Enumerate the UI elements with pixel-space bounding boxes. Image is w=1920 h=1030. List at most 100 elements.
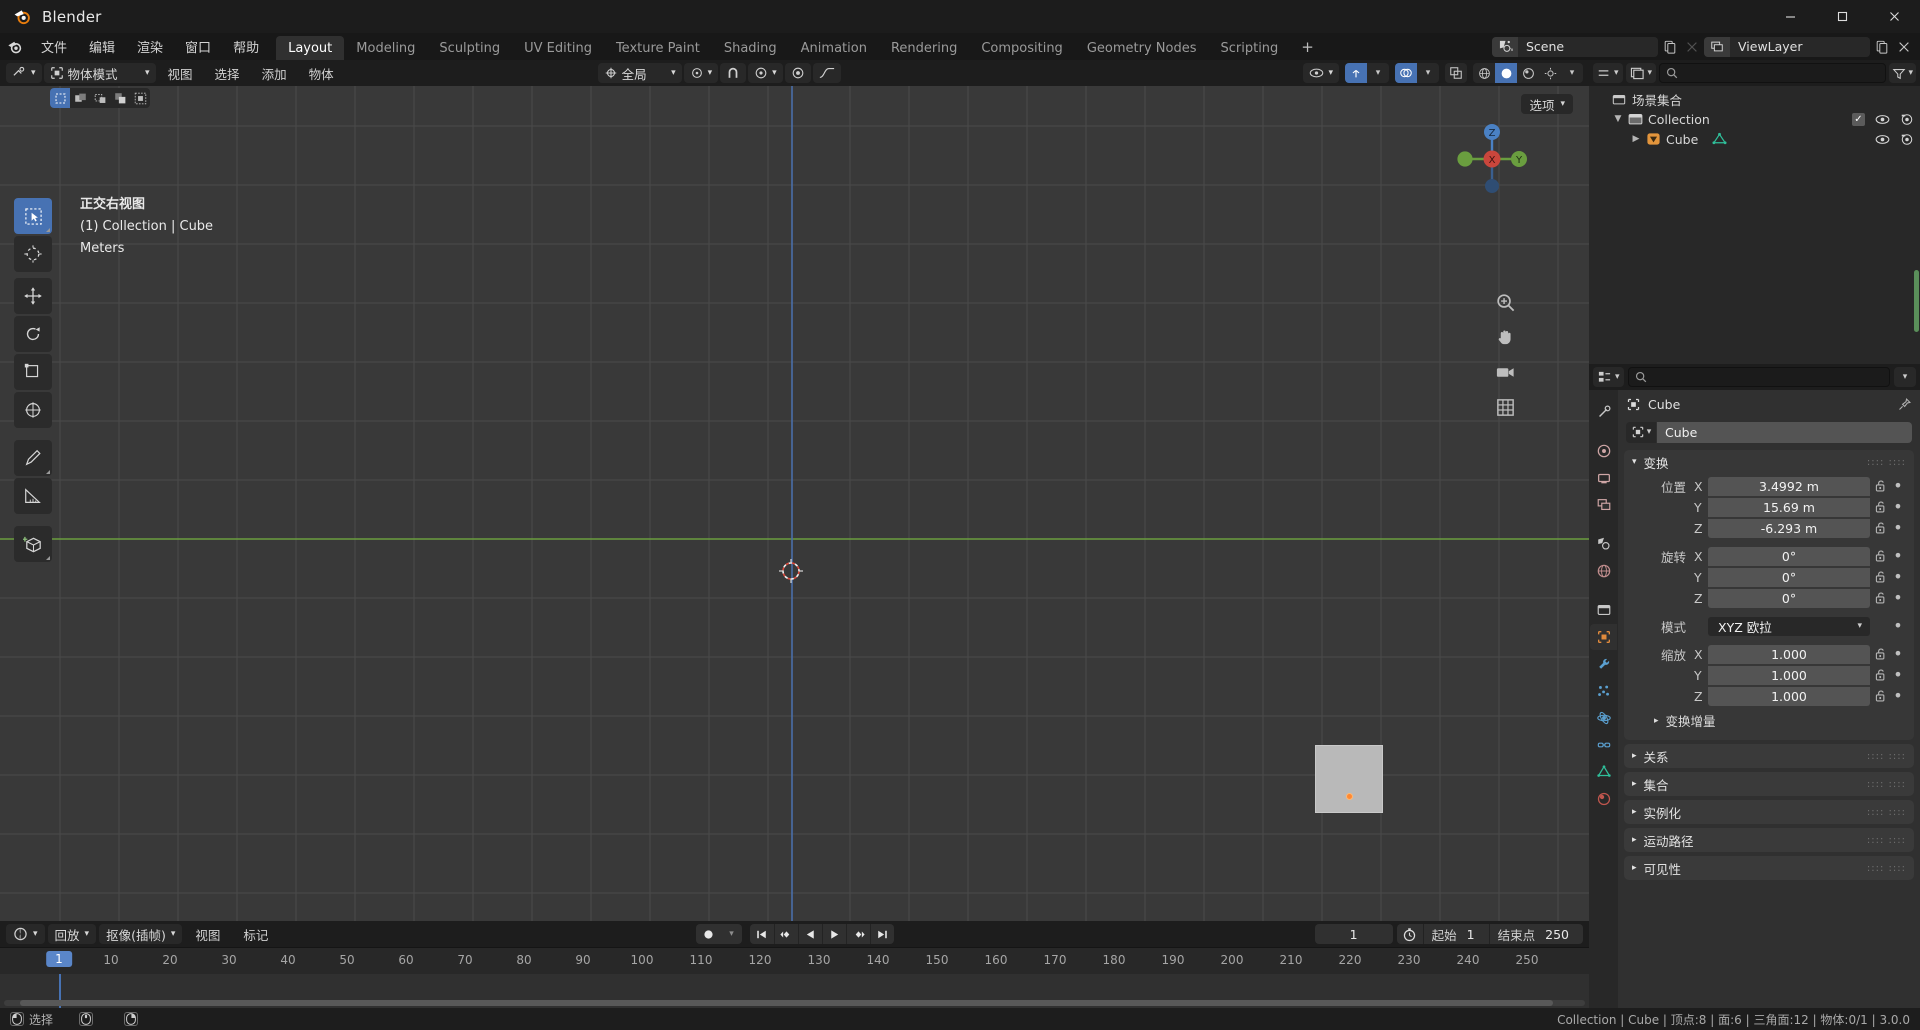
menu-help[interactable]: 帮助 (222, 33, 270, 60)
select-invert-icon[interactable] (110, 88, 130, 108)
snap-pivot-dropdown[interactable]: ▾ (683, 63, 719, 83)
rotation-y-field[interactable]: 0° (1708, 567, 1870, 587)
properties-tab-material[interactable] (1590, 786, 1617, 812)
auto-keying-dropdown-icon[interactable]: ▾ (722, 924, 742, 944)
rotation-mode-dropdown[interactable]: XYZ 欧拉 ▾ (1708, 616, 1870, 636)
outliner-scrollbar[interactable] (1914, 270, 1919, 332)
chevron-right-icon[interactable]: ▸ (1632, 807, 1637, 817)
unlocked-padlock-icon[interactable] (1870, 479, 1890, 493)
disclosure-closed-icon[interactable]: ▶ (1629, 134, 1643, 144)
tab-sculpting[interactable]: Sculpting (427, 36, 512, 60)
properties-tab-view-layer[interactable] (1590, 492, 1617, 518)
tab-shading[interactable]: Shading (712, 36, 789, 60)
object-datablock-icon[interactable]: ▾ (1626, 421, 1656, 443)
new-scene-icon[interactable] (1660, 37, 1680, 57)
scale-y-field[interactable]: 1.000 (1708, 665, 1870, 685)
view-layer-name-field[interactable]: ViewLayer (1730, 36, 1870, 57)
properties-options-button[interactable]: ▾ (1894, 367, 1916, 387)
zoom-icon[interactable] (1493, 290, 1517, 314)
viewport-menu-select[interactable]: 选择 (205, 63, 250, 83)
remove-view-layer-icon[interactable] (1894, 37, 1914, 57)
delta-transform-subpanel[interactable]: ▸ 变换增量 (1632, 709, 1906, 732)
drag-grip-icon[interactable]: :::: :::: (1867, 779, 1906, 789)
drag-grip-icon[interactable]: :::: :::: (1867, 751, 1906, 761)
scale-z-field[interactable]: 1.000 (1708, 686, 1870, 706)
scale-x-field[interactable]: 1.000 (1708, 644, 1870, 664)
viewport-menu-add[interactable]: 添加 (252, 63, 297, 83)
ortho-persp-toggle-icon[interactable] (1493, 395, 1517, 419)
properties-tab-tool[interactable] (1590, 399, 1617, 425)
unlink-scene-icon[interactable] (1682, 37, 1702, 57)
proportional-falloff-dropdown[interactable] (812, 63, 841, 83)
instancing-panel[interactable]: ▸ 实例化 :::: :::: (1624, 800, 1914, 824)
pin-icon[interactable] (1897, 397, 1912, 412)
navigation-gizmo[interactable]: Z Y X (1449, 116, 1535, 202)
tab-modeling[interactable]: Modeling (344, 36, 427, 60)
select-intersect-icon[interactable] (130, 88, 150, 108)
jump-to-end-icon[interactable] (869, 924, 894, 944)
unlocked-padlock-icon[interactable] (1870, 500, 1890, 514)
outliner-editor-type-button[interactable]: ▾ (1593, 63, 1623, 83)
properties-tab-output[interactable] (1590, 465, 1617, 491)
eye-visibility-icon[interactable] (1875, 114, 1890, 125)
location-y-field[interactable]: 15.69 m (1708, 497, 1870, 517)
select-extend-icon[interactable] (70, 88, 90, 108)
snap-target-dropdown[interactable]: ▾ (748, 63, 783, 83)
visibility-panel[interactable]: ▸ 可见性 :::: :::: (1624, 856, 1914, 880)
menu-window[interactable]: 窗口 (174, 33, 222, 60)
chevron-down-icon[interactable]: ▾ (1632, 457, 1637, 467)
editor-type-3dview-icon[interactable]: ▾ (6, 63, 42, 83)
rotation-x-field[interactable]: 0° (1708, 546, 1870, 566)
auto-keying-record-icon[interactable] (696, 924, 722, 944)
disclosure-open-icon[interactable]: ▼ (1611, 114, 1625, 124)
collections-panel-header[interactable]: ▸ 集合 :::: :::: (1624, 772, 1914, 796)
object-name-field[interactable]: Cube (1657, 421, 1912, 443)
properties-search-input[interactable] (1651, 370, 1883, 384)
camera-view-icon[interactable] (1493, 360, 1517, 384)
play-reverse-icon[interactable] (797, 924, 822, 944)
properties-tab-particles[interactable] (1590, 678, 1617, 704)
jump-to-next-keyframe-icon[interactable] (845, 924, 870, 944)
tool-measure[interactable] (14, 478, 52, 514)
drag-grip-icon[interactable]: :::: :::: (1867, 835, 1906, 845)
timeline-keying-menu[interactable]: 抠像(插帧) ▾ (99, 924, 183, 944)
menu-edit[interactable]: 编辑 (78, 33, 126, 60)
tool-transform[interactable] (14, 392, 52, 428)
jump-to-start-icon[interactable] (750, 924, 774, 944)
viewport-menu-view[interactable]: 视图 (158, 63, 203, 83)
properties-tab-physics[interactable] (1590, 705, 1617, 731)
outliner-filter-button[interactable]: ▾ (1889, 63, 1916, 83)
properties-tab-modifier[interactable] (1590, 651, 1617, 677)
transform-panel-header[interactable]: ▾ 变换 :::: :::: (1624, 450, 1914, 474)
collection-enable-checkbox[interactable]: ✓ (1852, 112, 1865, 126)
tab-animation[interactable]: Animation (789, 36, 879, 60)
properties-tab-scene[interactable] (1590, 531, 1617, 557)
menu-render[interactable]: 渲染 (126, 33, 174, 60)
properties-tab-constraints[interactable] (1590, 732, 1617, 758)
tab-scripting[interactable]: Scripting (1208, 36, 1290, 60)
proportional-edit-toggle[interactable] (784, 63, 811, 83)
pan-hand-icon[interactable] (1493, 325, 1517, 349)
outliner-row-collection[interactable]: ▼ Collection ✓ (1589, 109, 1920, 129)
drag-grip-icon[interactable]: :::: :::: (1867, 863, 1906, 873)
unlocked-padlock-icon[interactable] (1870, 521, 1890, 535)
xray-toggle-icon[interactable] (1445, 63, 1467, 83)
chevron-right-icon[interactable]: ▸ (1632, 751, 1637, 761)
properties-editor-type-button[interactable]: ▾ (1593, 367, 1624, 387)
properties-tab-render[interactable] (1590, 438, 1617, 464)
mesh-data-icon[interactable] (1712, 132, 1727, 146)
tool-3d-cursor[interactable] (14, 236, 52, 272)
properties-tab-collection[interactable] (1590, 597, 1617, 623)
location-z-field[interactable]: -6.293 m (1708, 518, 1870, 538)
solid-shading-icon[interactable] (1495, 63, 1517, 83)
select-subtract-icon[interactable] (90, 88, 110, 108)
snap-toggle[interactable] (720, 63, 747, 83)
unlocked-padlock-icon[interactable] (1870, 647, 1890, 661)
chevron-right-icon[interactable]: ▸ (1632, 779, 1637, 789)
3d-viewport[interactable]: ▾ 物体模式 ▾ 视图 选择 添加 物体 全局 ▾ ▾ ▾ ▾ ▾ ▾ ▾ 选项… (0, 60, 1589, 921)
camera-render-icon[interactable] (1900, 113, 1914, 126)
xray-toggle[interactable] (1445, 63, 1467, 83)
drag-grip-icon[interactable]: :::: :::: (1867, 457, 1906, 467)
menu-file[interactable]: 文件 (30, 33, 78, 60)
timeline-horizontal-scrollbar[interactable] (4, 1000, 1585, 1006)
